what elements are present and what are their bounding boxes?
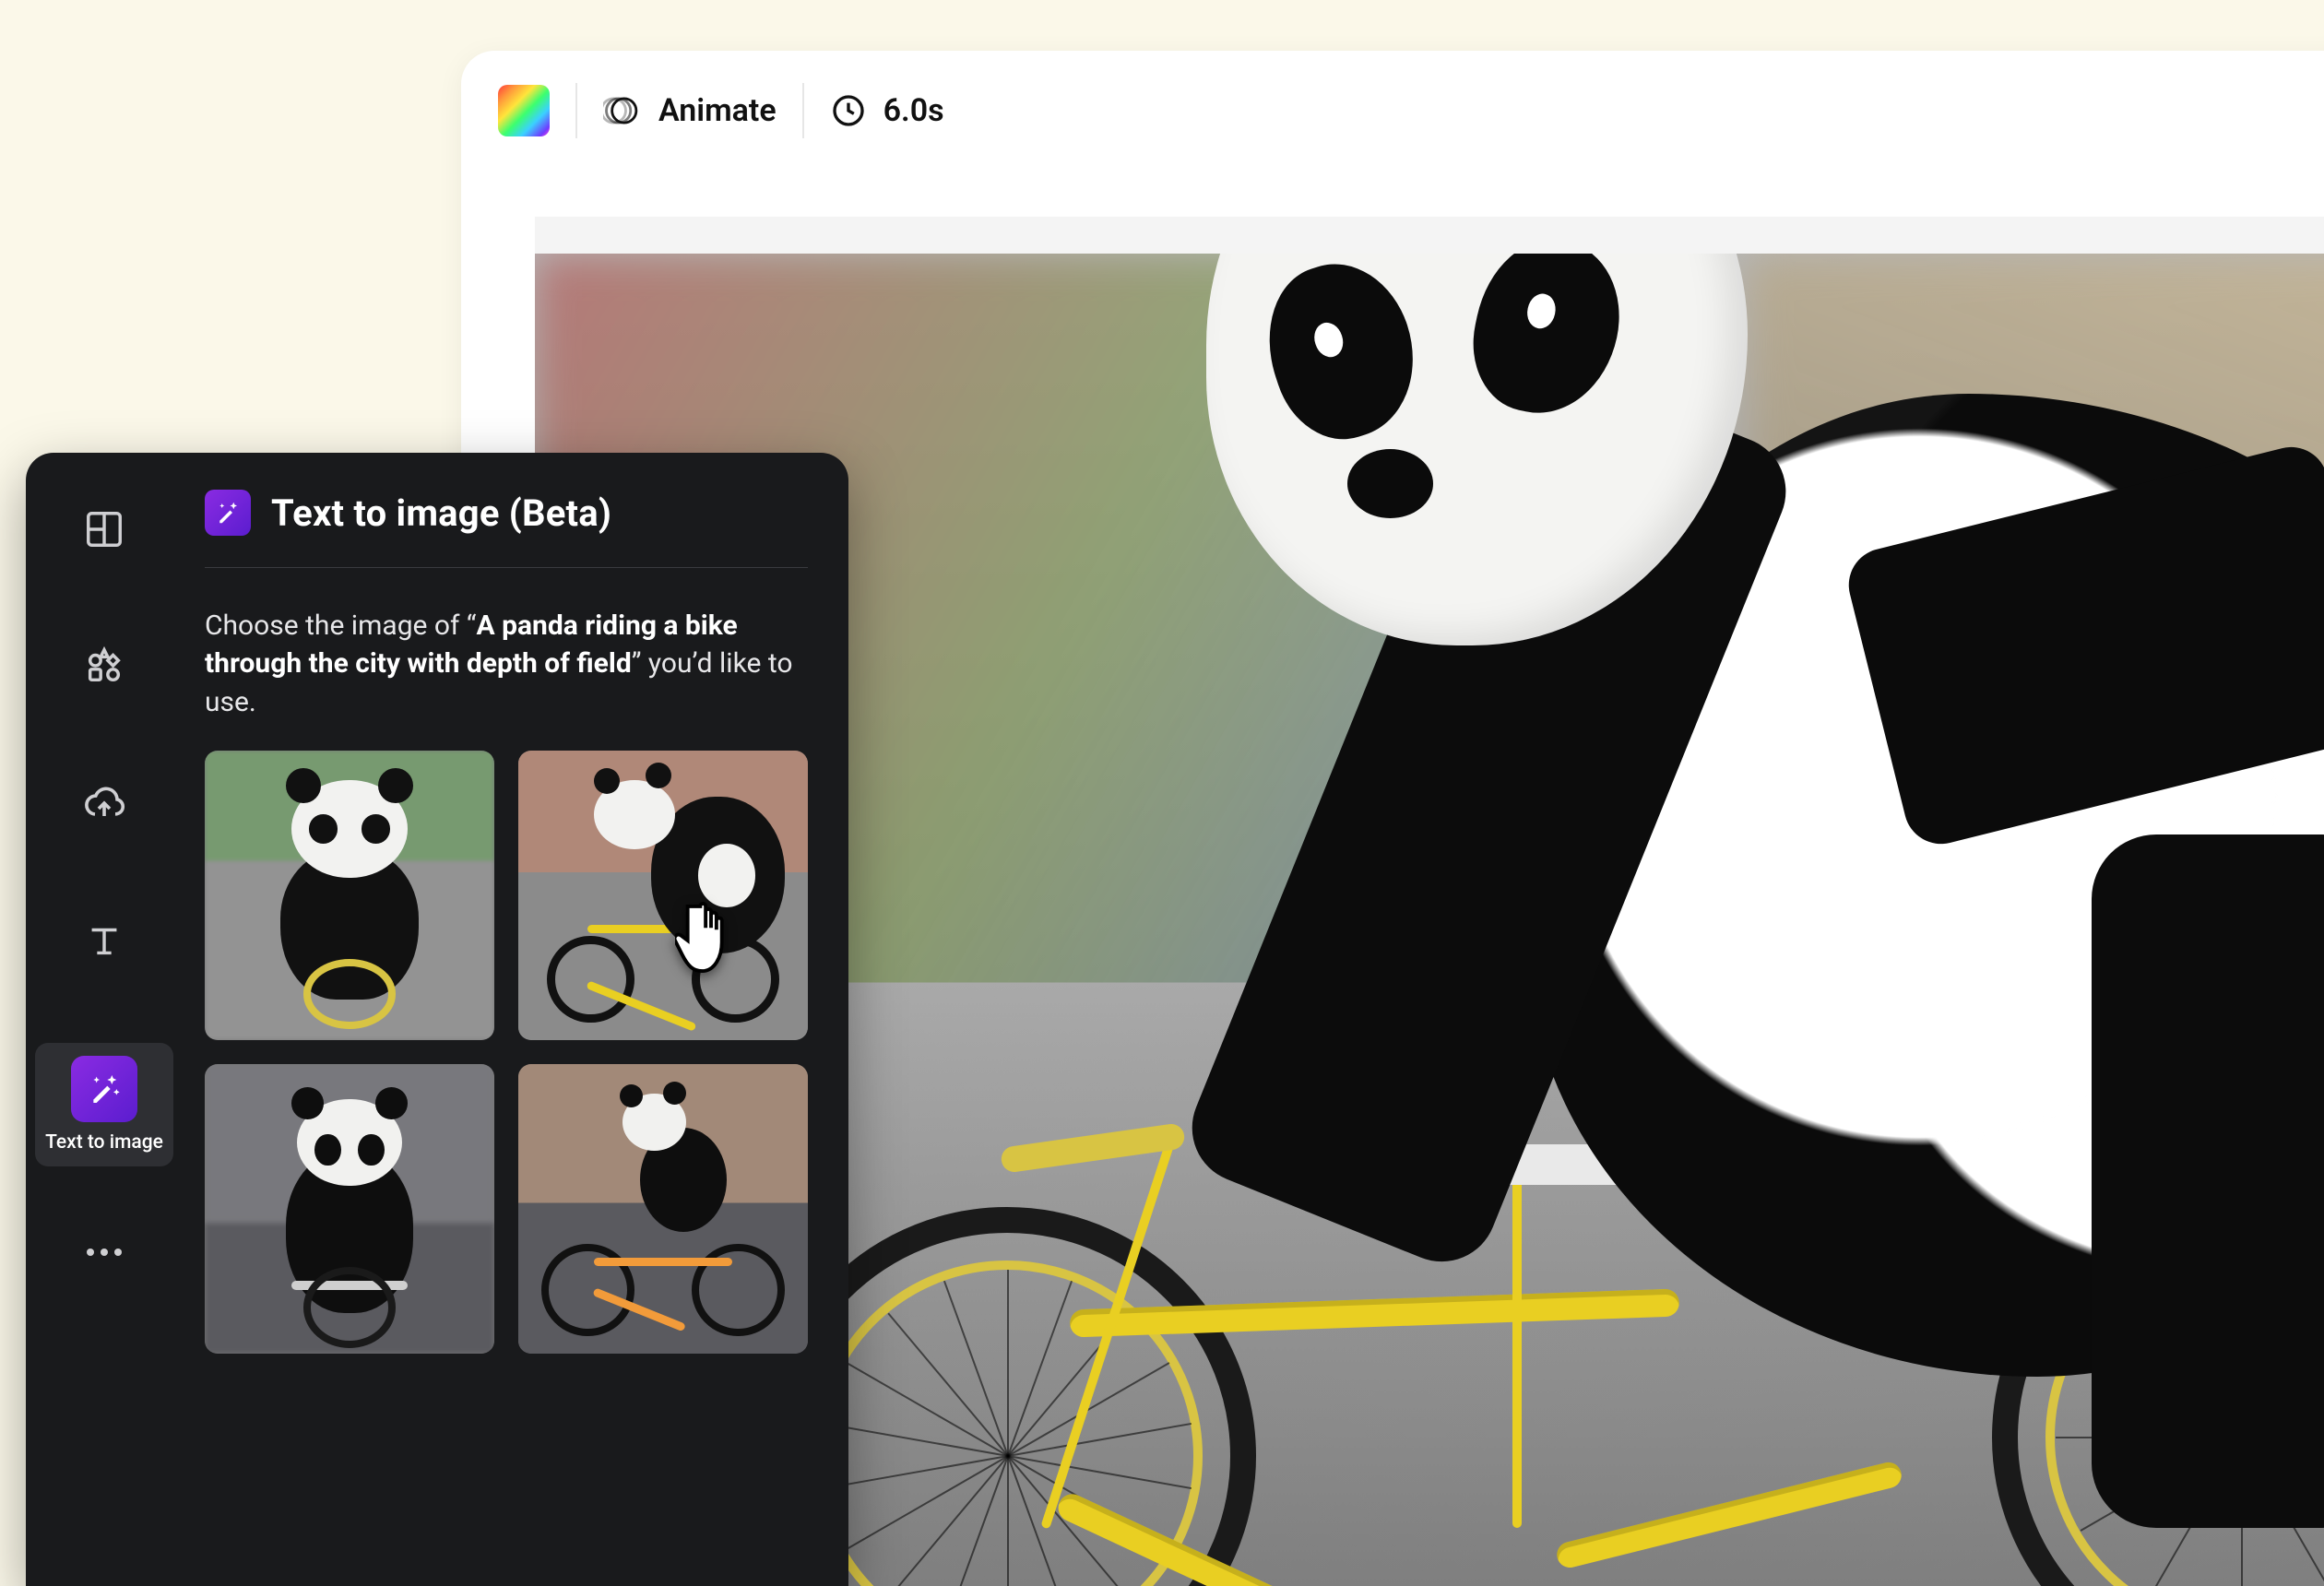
more-icon — [83, 1246, 125, 1259]
instruction-pre: Choose the image of “ — [205, 610, 477, 642]
rail-item-uploads[interactable] — [35, 768, 173, 847]
result-thumb-4[interactable] — [518, 1064, 808, 1354]
color-picker-button[interactable] — [498, 85, 550, 136]
rail-item-label: Text to image — [45, 1131, 163, 1154]
instruction-text: Choose the image of “A panda riding a bi… — [205, 607, 808, 721]
result-thumb-2[interactable] — [518, 751, 808, 1040]
clock-icon — [830, 92, 867, 129]
nav-rail: Text to image — [26, 453, 183, 1586]
rail-item-templates[interactable] — [35, 495, 173, 573]
templates-icon — [83, 508, 125, 550]
magic-wand-icon — [71, 1056, 137, 1122]
editor-toolbar: Animate 6.0s — [461, 51, 2324, 171]
result-thumb-3[interactable] — [205, 1064, 494, 1354]
result-thumb-1[interactable] — [205, 751, 494, 1040]
animate-label: Animate — [658, 92, 777, 129]
duration-button[interactable]: 6.0s — [830, 92, 944, 129]
rail-item-text-to-image[interactable]: Text to image — [35, 1043, 173, 1166]
rail-item-more[interactable] — [35, 1233, 173, 1281]
text-icon — [83, 919, 125, 962]
animate-icon — [603, 91, 642, 130]
duration-label: 6.0s — [883, 92, 944, 129]
panel-header: Text to image (Beta) — [205, 490, 808, 568]
panel-body: Text to image (Beta) Choose the image of… — [183, 453, 848, 1586]
animate-button[interactable]: Animate — [603, 91, 777, 130]
toolbar-divider — [802, 83, 804, 138]
cloud-upload-icon — [82, 781, 126, 825]
rail-item-elements[interactable] — [35, 632, 173, 709]
elements-icon — [83, 645, 125, 687]
rail-item-text[interactable] — [35, 906, 173, 984]
toolbar-divider — [575, 83, 577, 138]
magic-wand-icon — [205, 490, 251, 536]
panda-illustration — [1280, 254, 2324, 1377]
results-grid — [205, 751, 808, 1354]
side-panel: Text to image Text to image ( — [26, 453, 848, 1586]
panel-title: Text to image (Beta) — [271, 491, 611, 535]
